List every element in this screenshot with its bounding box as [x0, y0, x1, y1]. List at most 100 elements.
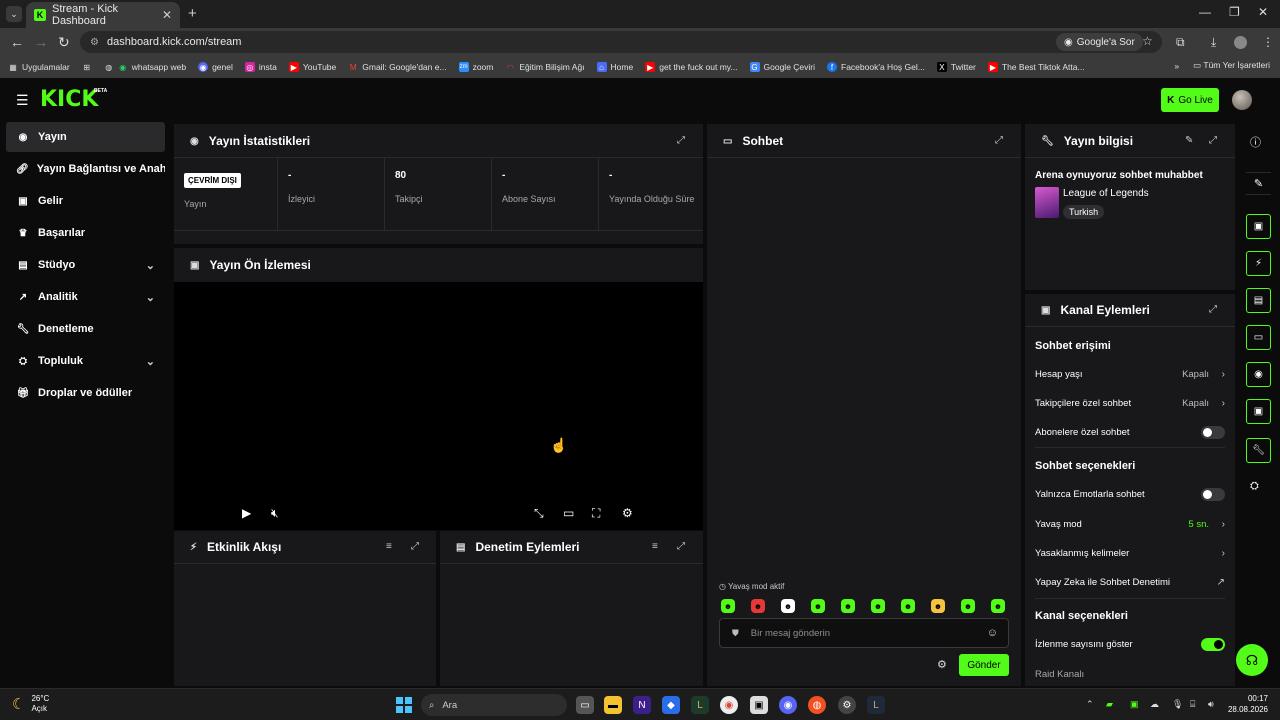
close-tab-icon[interactable]: ✕ — [162, 8, 172, 22]
edit-pencil-icon[interactable]: ✎ — [1185, 135, 1193, 146]
edit-pencil-icon[interactable]: ✎ — [1246, 172, 1271, 195]
weather-widget[interactable]: ☾ 26°C Açık — [12, 694, 49, 714]
profile-icon[interactable] — [1234, 36, 1247, 49]
emote-icon[interactable]: ☻ — [961, 599, 975, 613]
show-viewers-toggle[interactable] — [1201, 637, 1225, 651]
system-clock[interactable]: 00:17 28.08.2026 — [1228, 693, 1268, 715]
bookmark-insta[interactable]: ◎ insta — [244, 62, 277, 72]
expand-icon[interactable]: ⤢ — [677, 135, 685, 146]
sidebar-item-community[interactable]: ⛭ Topluluk ⌄ — [6, 346, 165, 376]
league-client-icon[interactable]: L — [867, 696, 885, 714]
bookmark-eba[interactable]: ◠ Eğitim Bilişim Ağı — [505, 62, 585, 72]
expand-icon[interactable]: ⤢ — [411, 541, 419, 552]
sidebar-item-analytics[interactable]: ↗ Analitik ⌄ — [6, 282, 165, 312]
reload-icon[interactable]: ↻ — [58, 34, 70, 51]
bookmark-tiktok[interactable]: ▶ The Best Tiktok Atta... — [987, 62, 1085, 72]
tab-search-icon[interactable]: ⌄ — [6, 6, 22, 22]
maximize-icon[interactable]: ❐ — [1229, 5, 1240, 19]
expand-icon[interactable]: ⤢ — [677, 541, 685, 552]
play-icon[interactable]: ▶ — [242, 506, 251, 520]
row-raid-channel[interactable]: Raid Kanalı — [1035, 665, 1225, 683]
microphone-icon[interactable]: 🎙︎ — [1172, 699, 1183, 710]
theater-mode-icon[interactable]: ▭ — [563, 506, 574, 520]
new-tab-icon[interactable]: + — [188, 5, 197, 22]
mute-icon[interactable]: 🔇︎ — [271, 506, 279, 521]
browser-tab-active[interactable]: K Stream - Kick Dashboard ✕ — [26, 2, 180, 28]
window-close-icon[interactable]: ✕ — [1258, 5, 1268, 19]
chat-message-input[interactable]: ⛊ Bir mesaj gönderin ☺ — [719, 618, 1009, 648]
lightning-icon[interactable]: ⚡︎ — [1246, 251, 1271, 276]
game-app-icon[interactable]: L — [691, 696, 709, 714]
address-bar[interactable]: ⚙ dashboard.kick.com/stream ◉ Google'a S… — [80, 31, 1162, 53]
settings-gear-icon[interactable]: ⚙ — [622, 506, 633, 520]
task-view-icon[interactable]: ▭ — [576, 696, 594, 714]
wrench-icon[interactable]: 🔧︎ — [1246, 438, 1271, 463]
bookmark-genel[interactable]: ◉ genel — [198, 62, 233, 72]
app-icon[interactable]: N — [633, 696, 651, 714]
cloud-icon[interactable]: ☁ — [1150, 699, 1159, 710]
emote-icon[interactable]: ☻ — [931, 599, 945, 613]
expand-icon[interactable]: ⤢ — [995, 135, 1003, 146]
row-banned-words[interactable]: Yasaklanmış kelimeler › — [1035, 544, 1225, 562]
nvidia-icon[interactable]: ▰ — [1106, 699, 1113, 710]
copilot-icon[interactable]: ◆ — [662, 696, 680, 714]
bookmark-whatsapp[interactable]: ◍ ◉ whatsapp web — [104, 62, 186, 72]
download-icon[interactable]: ⤓ — [1211, 35, 1216, 50]
go-live-button[interactable]: K Go Live — [1161, 88, 1219, 112]
emote-icon[interactable]: ☻ — [841, 599, 855, 613]
filter-icon[interactable]: ≡ — [386, 541, 392, 552]
bookmark-home[interactable]: ⌂ Home — [596, 62, 633, 72]
avatar[interactable] — [1232, 90, 1252, 110]
emote-icon[interactable]: ☻ — [781, 599, 795, 613]
list-icon[interactable]: ▤ — [1246, 288, 1271, 313]
emoji-picker-icon[interactable]: ☺ — [987, 627, 998, 639]
sidebar-item-stream-key[interactable]: 🔗︎ Yayın Bağlantısı ve Anahtarı — [6, 154, 165, 184]
bookmark-youtube[interactable]: ▶ YouTube — [288, 62, 336, 72]
file-explorer-icon[interactable]: ▬ — [604, 696, 622, 714]
sidebar-item-stream[interactable]: ◉ Yayın — [6, 122, 165, 152]
send-button[interactable]: Gönder — [959, 654, 1009, 676]
bookmark-star-icon[interactable]: ☆ — [1142, 34, 1153, 48]
menu-hamburger-icon[interactable]: ☰ — [16, 92, 29, 109]
bookmark-facebook[interactable]: f Facebook'a Hoş Gel... — [827, 62, 925, 72]
site-info-icon[interactable]: ⚙ — [90, 37, 99, 48]
bookmark-translate[interactable]: G Google Çeviri — [749, 62, 815, 72]
chat-bubble-icon[interactable]: ▭ — [1246, 325, 1271, 350]
steam-icon[interactable]: ⚙ — [838, 696, 856, 714]
minimize-icon[interactable]: — — [1199, 5, 1211, 19]
emote-icon[interactable]: ☻ — [871, 599, 885, 613]
shrink-icon[interactable]: ⤡ — [534, 506, 544, 521]
broadcast-icon[interactable]: ◉ — [1246, 362, 1271, 387]
info-icon[interactable]: ⓘ — [1250, 134, 1261, 150]
fullscreen-icon[interactable]: ⛶ — [592, 506, 600, 521]
subscribers-only-toggle[interactable] — [1201, 425, 1225, 439]
extensions-icon[interactable]: ⧉ — [1176, 35, 1185, 50]
forward-icon[interactable]: → — [34, 34, 48, 50]
bookmark-gmail[interactable]: M Gmail: Google'dan e... — [348, 62, 447, 72]
tray-overflow-icon[interactable]: ⌃ — [1086, 699, 1094, 710]
help-support-button[interactable]: ☊ — [1236, 644, 1268, 676]
network-icon[interactable]: ⌸ — [1190, 699, 1195, 710]
emotes-only-toggle[interactable] — [1201, 487, 1225, 501]
bookmark-twitter[interactable]: X Twitter — [936, 62, 976, 72]
community-icon[interactable]: ⛭ — [1250, 480, 1259, 493]
image-app-icon[interactable]: ▣ — [750, 696, 768, 714]
filter-icon[interactable]: ≡ — [652, 541, 658, 552]
sidebar-item-achievements[interactable]: ♛ Başarılar — [6, 218, 165, 248]
sidebar-item-revenue[interactable]: ▣ Gelir — [6, 186, 165, 216]
sidebar-item-drops[interactable]: 🎁︎ Droplar ve ödüller — [6, 378, 165, 408]
emote-icon[interactable]: ☻ — [901, 599, 915, 613]
sidebar-item-moderation[interactable]: 🔧︎ Denetleme — [6, 314, 165, 344]
sidebar-item-studio[interactable]: ▤ Stüdyo ⌄ — [6, 250, 165, 280]
preview-icon[interactable]: ▣ — [1246, 214, 1271, 239]
back-icon[interactable]: ← — [10, 34, 24, 50]
all-bookmarks[interactable]: ▭ Tüm Yer İşaretleri — [1193, 60, 1270, 71]
browser-app-icon[interactable]: ◍ — [808, 696, 826, 714]
channel-icon[interactable]: ▣ — [1246, 399, 1271, 424]
kick-logo[interactable]: KICK — [40, 87, 98, 112]
row-account-age[interactable]: Hesap yaşı Kapalı › — [1035, 365, 1225, 383]
emote-icon[interactable]: ☻ — [751, 599, 765, 613]
google-ask-button[interactable]: ◉ Google'a Sor — [1056, 33, 1143, 51]
row-ai-moderation[interactable]: Yapay Zeka ile Sohbet Denetimi ↗ — [1035, 573, 1225, 591]
tray-app-icon[interactable]: ▣ — [1130, 699, 1139, 710]
